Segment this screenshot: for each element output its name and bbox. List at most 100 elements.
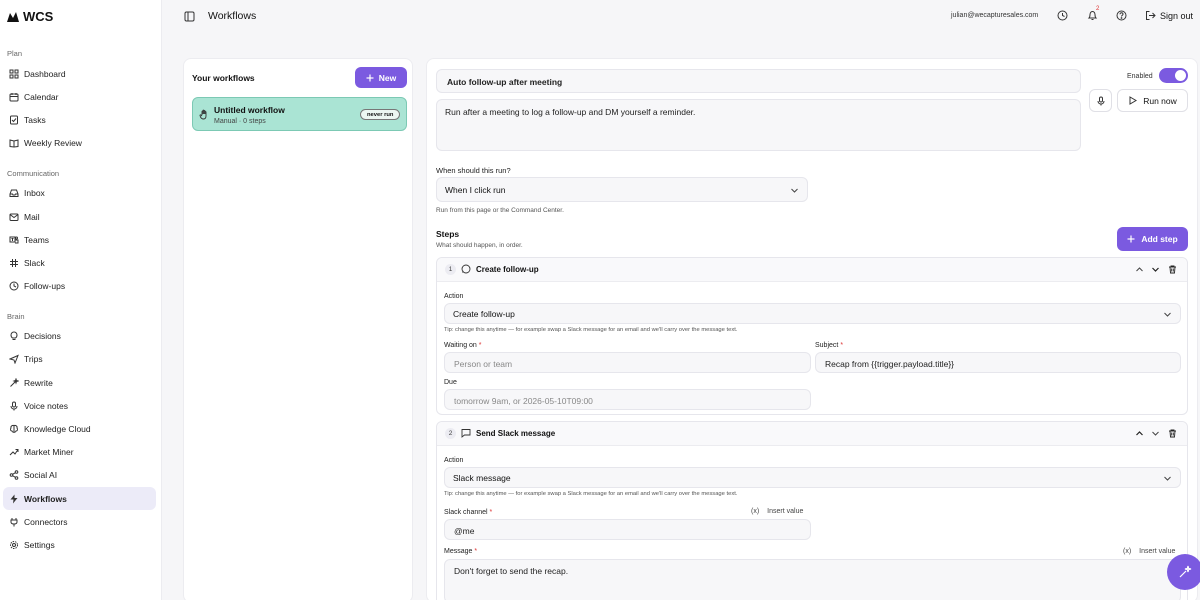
new-workflow-label: New <box>378 72 397 83</box>
sidebar-item-label: Follow-ups <box>24 281 66 292</box>
trend-icon <box>9 449 19 456</box>
topbar: Workflows julian@wecapturesales.com 2 Si… <box>162 0 1200 33</box>
share-icon <box>9 470 19 481</box>
message-icon <box>461 429 471 438</box>
action-select[interactable]: Slack message <box>444 467 1181 488</box>
sidebar-item-label: Weekly Review <box>24 138 82 149</box>
sidebar-item-tasks[interactable]: Tasks <box>0 108 157 131</box>
add-step-button[interactable]: Add step <box>1117 227 1188 251</box>
sidebar-item-market-miner[interactable]: Market Miner <box>0 441 157 464</box>
chevron-down-icon[interactable] <box>1151 429 1160 438</box>
gear-icon <box>10 540 18 549</box>
bulb-icon <box>10 331 18 341</box>
trash-icon[interactable] <box>1168 265 1177 274</box>
workflow-icon <box>10 494 18 504</box>
sparkle-wand-icon <box>1179 565 1192 578</box>
trash-icon[interactable] <box>1168 429 1177 438</box>
plug-icon <box>10 517 18 527</box>
clock-icon <box>9 281 19 291</box>
step-number: 2 <box>445 428 456 439</box>
sidebar-item-label: Trips <box>24 354 43 365</box>
sidebar-item-label: Teams <box>24 234 50 245</box>
slack-channel-input[interactable]: @me <box>444 519 811 540</box>
slack-channel-label: Slack channel * <box>444 509 493 516</box>
user-email: julian@wecapturesales.com <box>951 12 1039 19</box>
action-select[interactable]: Create follow-up <box>444 303 1181 324</box>
workflow-editor: Auto follow-up after meeting Run after a… <box>426 58 1198 600</box>
sidebar-item-label: Inbox <box>24 188 45 199</box>
steps-title: Steps <box>436 229 460 239</box>
trigger-hint: Run from this page or the Command Center… <box>436 207 564 214</box>
new-workflow-button[interactable]: New <box>355 67 407 88</box>
action-label: Action <box>444 457 464 464</box>
run-now-label: Run now <box>1143 95 1177 106</box>
brain-icon <box>9 424 19 433</box>
sidebar-item-mail[interactable]: Mail <box>0 205 157 228</box>
step-header[interactable]: 2 Send Slack message <box>437 422 1187 446</box>
action-value: Create follow-up <box>453 309 515 319</box>
step-title: Send Slack message <box>476 429 556 438</box>
help-icon[interactable] <box>1116 10 1127 21</box>
sidebar-item-label: Knowledge Cloud <box>24 424 91 435</box>
insert-value-button[interactable]: (x) Insert value <box>751 508 803 515</box>
sidebar-item-settings[interactable]: Settings <box>0 533 157 556</box>
insert-value-button-2[interactable]: (x) Insert value <box>1123 548 1175 555</box>
sidebar-item-teams[interactable]: Teams <box>0 228 157 251</box>
sidebar-toggle-icon[interactable] <box>184 11 195 22</box>
sidebar-item-social-ai[interactable]: Social AI <box>0 464 157 487</box>
insert-value-label: Insert value <box>1139 548 1176 555</box>
slack-icon <box>10 258 18 267</box>
enabled-label: Enabled <box>1127 73 1153 80</box>
chevron-down-icon[interactable] <box>1151 265 1160 274</box>
workflows-list-panel: Your workflows New Untitled workflow Man… <box>183 58 413 600</box>
run-now-button[interactable]: Run now <box>1117 89 1188 112</box>
book-icon <box>9 139 19 148</box>
step-header[interactable]: 1 Create follow-up <box>437 258 1187 282</box>
waiting-on-label: Waiting on * <box>444 342 482 349</box>
sidebar-item-weekly-review[interactable]: Weekly Review <box>0 132 157 155</box>
sidebar-item-label: Workflows <box>24 493 67 504</box>
message-textarea[interactable]: Don't forget to send the recap. <box>444 559 1181 600</box>
sidebar-item-dashboard[interactable]: Dashboard <box>0 62 157 85</box>
workflow-description-input[interactable]: Run after a meeting to log a follow-up a… <box>436 99 1081 151</box>
checklist-icon <box>10 115 18 125</box>
history-clock-icon[interactable] <box>1057 10 1068 21</box>
enabled-toggle[interactable] <box>1159 68 1188 83</box>
toggle-knob <box>1175 70 1186 81</box>
sidebar-item-label: Calendar <box>24 91 59 102</box>
steps-subtitle: What should happen, in order. <box>436 242 523 249</box>
sign-out-label: Sign out <box>1160 10 1194 21</box>
workflow-card[interactable]: Untitled workflow Manual · 0 steps never… <box>192 97 407 131</box>
wand-icon <box>10 377 19 387</box>
app-logo[interactable]: WCS <box>6 9 53 24</box>
trigger-label: When should this run? <box>436 166 511 175</box>
trigger-select[interactable]: When I click run <box>436 177 808 202</box>
due-input[interactable]: tomorrow 9am, or 2026-05-10T09:00 <box>444 389 811 410</box>
sidebar-item-calendar[interactable]: Calendar <box>0 85 157 108</box>
sidebar-nav: Plan Dashboard Calendar Tasks Weekly Rev… <box>0 46 162 557</box>
workflow-name-input[interactable]: Auto follow-up after meeting <box>436 69 1081 93</box>
sidebar-item-workflows[interactable]: Workflows <box>3 487 156 511</box>
sidebar-item-connectors[interactable]: Connectors <box>0 510 157 533</box>
notification-count: 2 <box>1096 6 1100 12</box>
waiting-on-input[interactable]: Person or team <box>444 352 811 373</box>
play-icon <box>1129 96 1138 105</box>
voice-input-button[interactable] <box>1089 89 1112 112</box>
sign-out-button[interactable]: Sign out <box>1145 10 1193 21</box>
sidebar-item-decisions[interactable]: Decisions <box>0 325 157 348</box>
sidebar-item-voice-notes[interactable]: Voice notes <box>0 394 157 417</box>
subject-input[interactable]: Recap from {{trigger.payload.title}} <box>815 352 1181 373</box>
sidebar-item-follow-ups[interactable]: Follow-ups <box>0 275 157 298</box>
chevron-up-icon[interactable] <box>1135 429 1144 438</box>
sidebar-item-rewrite[interactable]: Rewrite <box>0 371 157 394</box>
sidebar-item-knowledge-cloud[interactable]: Knowledge Cloud <box>0 417 157 440</box>
chevron-up-icon[interactable] <box>1135 265 1144 274</box>
sidebar-item-inbox[interactable]: Inbox <box>0 182 157 205</box>
assistant-fab-button[interactable] <box>1167 554 1200 590</box>
sidebar-item-trips[interactable]: Trips <box>0 348 157 371</box>
sidebar-item-slack[interactable]: Slack <box>0 251 157 274</box>
plane-icon <box>9 355 19 365</box>
inbox-icon <box>9 189 19 198</box>
add-step-label: Add step <box>1141 234 1178 244</box>
plus-icon <box>1127 235 1135 243</box>
